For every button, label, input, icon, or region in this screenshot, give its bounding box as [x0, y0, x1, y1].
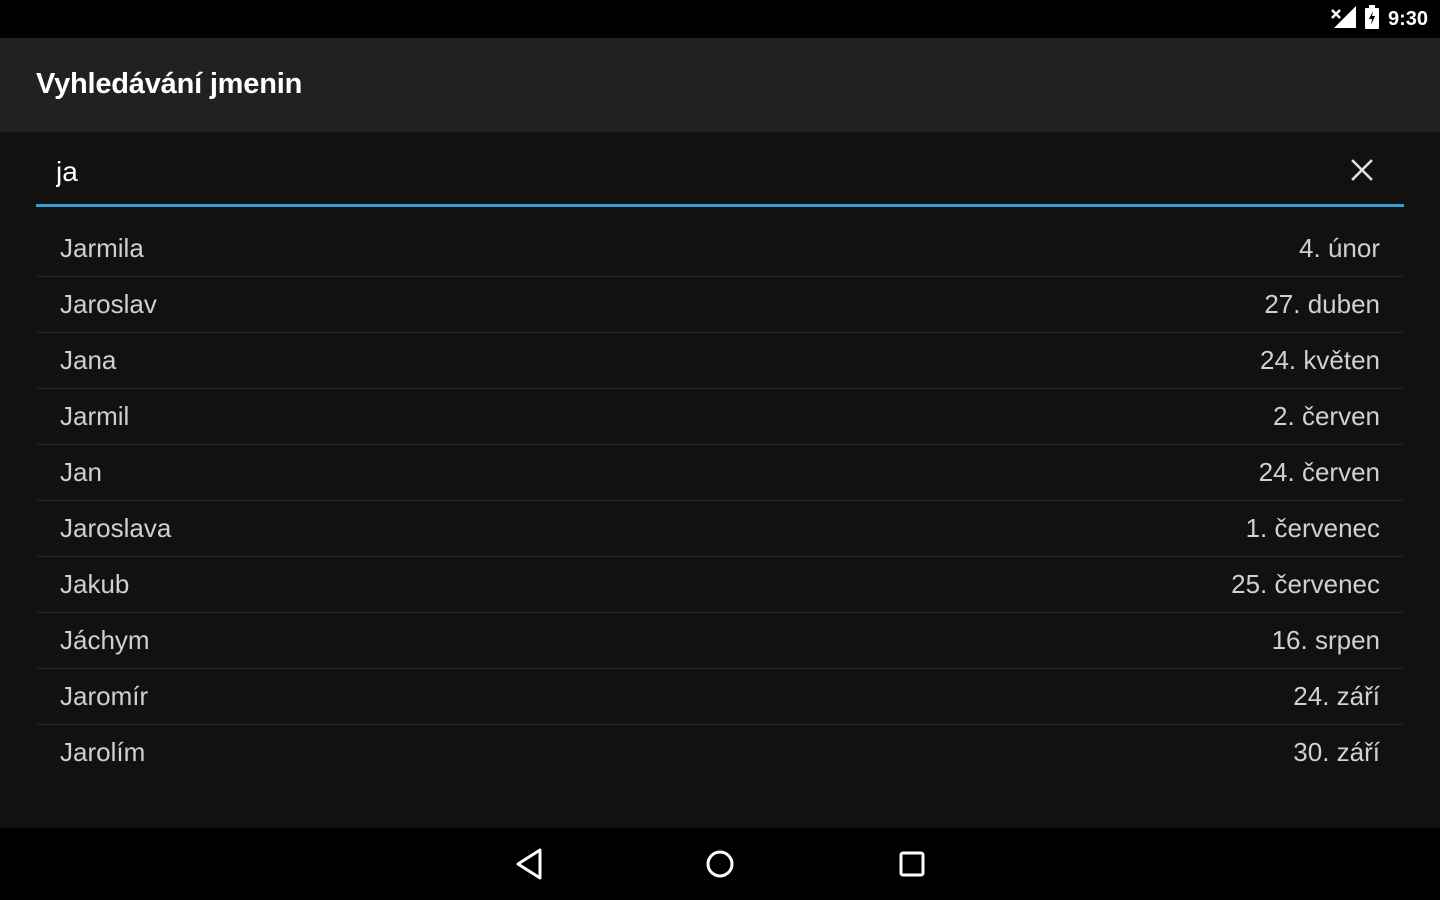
name-label: Jana — [60, 345, 117, 375]
action-bar: Vyhledávání jmenin — [0, 38, 1440, 132]
back-icon — [516, 848, 542, 880]
name-label: Jaroslava — [60, 513, 172, 543]
list-item[interactable]: Jarolím 30. září — [36, 725, 1404, 780]
list-item[interactable]: Jaromír 24. září — [36, 669, 1404, 725]
recents-button[interactable] — [892, 846, 932, 882]
results-list: Jarmila 4. únor Jaroslav 27. duben Jana … — [36, 221, 1404, 780]
list-item[interactable]: Jaroslav 27. duben — [36, 277, 1404, 333]
date-label: 16. srpen — [1271, 625, 1380, 655]
navigation-bar — [0, 828, 1440, 900]
date-label: 24. červen — [1258, 457, 1380, 487]
status-bar: 9:30 — [0, 0, 1440, 38]
status-icons: 9:30 — [1330, 0, 1428, 38]
battery-icon — [1364, 4, 1380, 34]
page-title: Vyhledávání jmenin — [36, 68, 303, 100]
date-label: 25. červenec — [1231, 569, 1380, 599]
date-label: 30. září — [1293, 737, 1380, 767]
status-time: 9:30 — [1387, 7, 1428, 30]
date-label: 4. únor — [1299, 233, 1380, 263]
recents-icon — [899, 851, 925, 877]
name-label: Jaromír — [60, 681, 149, 711]
home-icon — [706, 850, 734, 878]
date-label: 2. červen — [1273, 401, 1380, 431]
name-label: Jáchym — [60, 625, 150, 655]
list-item[interactable]: Jaroslava 1. červenec — [36, 501, 1404, 557]
content-area: Jarmila 4. únor Jaroslav 27. duben Jana … — [0, 132, 1440, 828]
name-label: Jarmil — [60, 401, 130, 431]
name-label: Jan — [60, 457, 102, 487]
list-item[interactable]: Jáchym 16. srpen — [36, 613, 1404, 669]
search-bar — [36, 142, 1404, 207]
date-label: 24. květen — [1260, 345, 1380, 375]
list-item[interactable]: Jarmil 2. červen — [36, 389, 1404, 445]
clear-search-button[interactable] — [1346, 154, 1378, 186]
list-item[interactable]: Jana 24. květen — [36, 333, 1404, 389]
signal-icon — [1330, 5, 1356, 33]
close-icon — [1351, 159, 1373, 181]
date-label: 1. červenec — [1245, 513, 1380, 543]
back-button[interactable] — [510, 846, 550, 882]
name-label: Jarmila — [60, 233, 144, 263]
list-item[interactable]: Jarmila 4. únor — [36, 221, 1404, 277]
list-item[interactable]: Jan 24. červen — [36, 445, 1404, 501]
search-input[interactable] — [56, 152, 1306, 192]
list-item[interactable]: Jakub 25. červenec — [36, 557, 1404, 613]
name-label: Jakub — [60, 569, 130, 599]
date-label: 27. duben — [1264, 289, 1380, 319]
name-label: Jaroslav — [60, 289, 157, 319]
home-button[interactable] — [700, 846, 740, 882]
date-label: 24. září — [1293, 681, 1380, 711]
name-label: Jarolím — [60, 737, 146, 767]
